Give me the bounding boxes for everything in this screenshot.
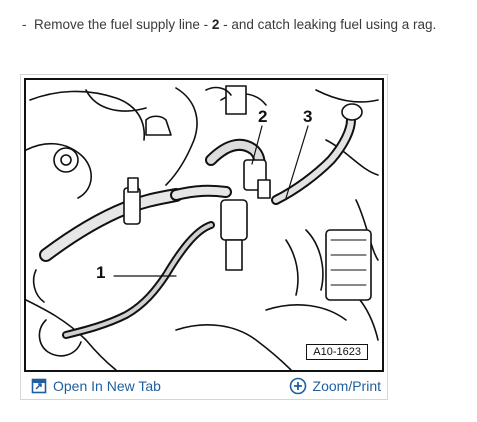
engine-diagram-drawing <box>26 85 379 370</box>
figure-toolbar: Open In New Tab Zoom/Print <box>21 372 387 399</box>
plus-circle-icon <box>289 377 307 395</box>
figure-id-label: A10-1623 <box>306 344 368 360</box>
callout-2: 2 <box>258 107 268 126</box>
callout-1: 1 <box>96 263 106 282</box>
zoom-print-label: Zoom/Print <box>312 377 381 394</box>
figure-card: 1 2 3 A10-1623 Open In New Tab Zoom/Prin… <box>20 74 388 400</box>
engine-diagram[interactable]: 1 2 3 A10-1623 <box>24 78 384 372</box>
instruction-before: Remove the fuel supply line - <box>34 17 212 32</box>
instruction-bullet: - <box>22 17 27 32</box>
open-in-new-tab-label: Open In New Tab <box>53 377 161 394</box>
open-in-new-tab-button[interactable]: Open In New Tab <box>31 378 161 394</box>
callout-3: 3 <box>303 107 313 126</box>
instruction-text: - Remove the fuel supply line - 2 - and … <box>22 17 436 32</box>
open-in-new-tab-icon <box>31 378 47 394</box>
zoom-print-button[interactable]: Zoom/Print <box>289 377 381 395</box>
instruction-after: - and catch leaking fuel using a rag. <box>219 17 437 32</box>
